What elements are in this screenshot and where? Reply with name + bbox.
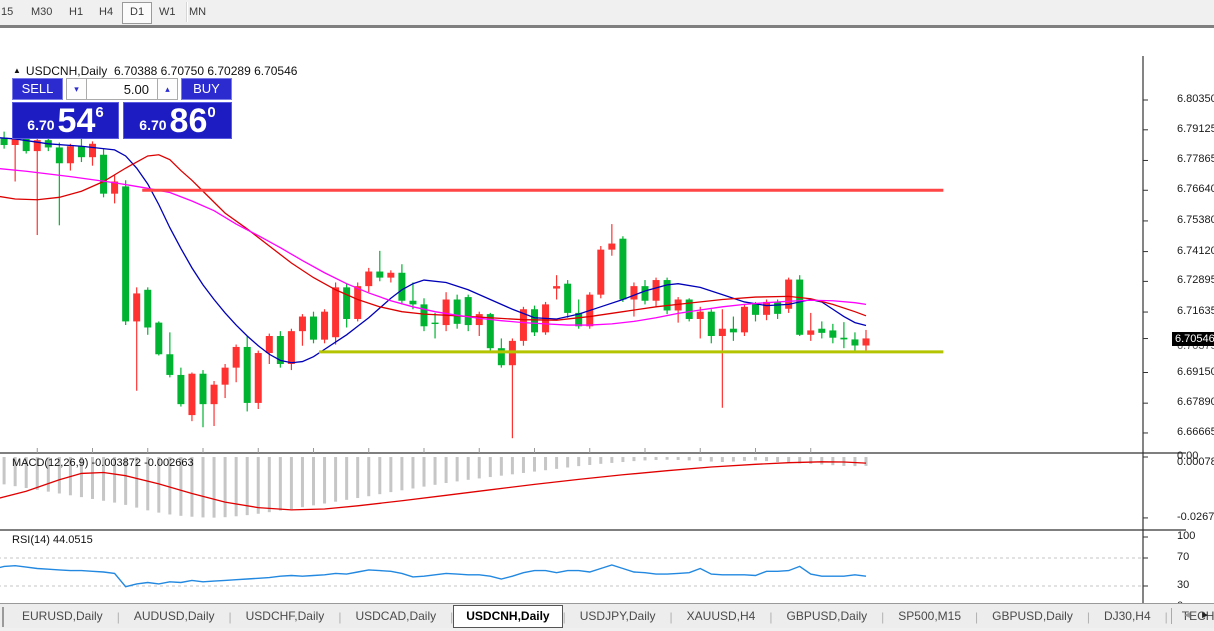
timeframe-button-M30[interactable]: M30 [24,2,59,22]
mt4-window: 15M30H1H4D1W1MN ▲ USDCNH,Daily 6.70388 6.… [0,0,1214,631]
price-axis-label: 6.66665 [1177,426,1214,438]
timeframe-button-D1[interactable]: D1 [122,2,152,24]
chart-window[interactable]: ▲ USDCNH,Daily 6.70388 6.70750 6.70289 6.… [0,28,1214,603]
price-axis-label: 6.80350 [1177,93,1214,105]
tab-GBPUSD,Daily[interactable]: GBPUSD,Daily [772,604,881,629]
buy-price-pip: 0 [207,104,215,121]
one-click-trade-panel: SELL ▾ ▴ BUY 6.70 54 6 6.70 86 0 [12,78,232,140]
sell-price-box[interactable]: 6.70 54 6 [12,102,119,139]
price-axis-label: 6.75380 [1177,214,1214,226]
tab-USDCHF,Daily[interactable]: USDCHF,Daily [232,604,339,629]
chart-header: ▲ USDCNH,Daily 6.70388 6.70750 6.70289 6.… [13,64,297,78]
price-axis-label: 6.74120 [1177,245,1214,257]
volume-input[interactable] [86,78,158,100]
buy-price-big: 86 [170,106,208,136]
buy-price-prefix: 6.70 [139,117,166,133]
price-axis-label: 6.67890 [1177,396,1214,408]
tab-XAUUSD,H4[interactable]: XAUUSD,H4 [673,604,770,629]
timeframe-toolbar: 15M30H1H4D1W1MN [0,0,1214,25]
buy-price-box[interactable]: 6.70 86 0 [123,102,232,139]
price-axis-label: 6.77865 [1177,153,1214,165]
tab-USDCNH,Daily[interactable]: USDCNH,Daily [453,605,562,628]
tab-GBPUSD,Daily[interactable]: GBPUSD,Daily [978,604,1087,629]
tab-scroll-right-icon[interactable]: ► [1200,610,1210,621]
timeframe-button-W1[interactable]: W1 [152,2,183,22]
symbol-marker-icon: ▲ [13,66,21,75]
tab-scroll-controls: ◄ ► [1171,603,1210,628]
price-axis-label: 6.69150 [1177,366,1214,378]
timeframe-button-15[interactable]: 15 [0,2,20,22]
price-axis-label: 6.72895 [1177,274,1214,286]
macd-axis-label: 0.000782 [1177,456,1214,468]
price-axis-label: 6.79125 [1177,123,1214,135]
tab-AUDUSD,Daily[interactable]: AUDUSD,Daily [120,604,229,629]
tab-scroll-left-icon[interactable]: ◄ [1182,610,1192,621]
tab-scroll-separator [1171,608,1172,624]
price-axis-label: 6.71635 [1177,305,1214,317]
tab-USDCAD,Daily[interactable]: USDCAD,Daily [341,604,450,629]
rsi-axis-label: 70 [1177,551,1189,563]
rsi-label: RSI(14) 44.0515 [12,534,93,546]
tab-DJ30,H4[interactable]: DJ30,H4 [1090,604,1165,629]
macd-axis-label: -0.026721 [1177,511,1214,523]
toolbar-separator [186,2,188,22]
price-axis-label: 6.76640 [1177,183,1214,195]
tabbar-corner [2,607,4,627]
tab-EURUSD,Daily[interactable]: EURUSD,Daily [8,604,117,629]
chart-tab-bar: EURUSD,Daily|AUDUSD,Daily|USDCHF,Daily|U… [0,603,1214,629]
rsi-axis-label: 100 [1177,530,1195,542]
timeframe-button-H1[interactable]: H1 [62,2,90,22]
tab-USDJPY,Daily[interactable]: USDJPY,Daily [566,604,670,629]
tab-SP500,M15[interactable]: SP500,M15 [884,604,975,629]
sell-price-prefix: 6.70 [27,117,54,133]
sell-price-pip: 6 [95,104,103,121]
chart-quotes: 6.70388 6.70750 6.70289 6.70546 [114,64,298,78]
sell-price-big: 54 [58,106,96,136]
chart-title: USDCNH,Daily [26,64,107,78]
macd-label: MACD(12,26,9) -0.003872 -0.002663 [12,457,194,469]
buy-button[interactable]: BUY [181,78,232,100]
volume-increase-button[interactable]: ▴ [157,78,178,100]
timeframe-button-H4[interactable]: H4 [92,2,120,22]
volume-decrease-button[interactable]: ▾ [66,78,87,100]
rsi-axis-label: 30 [1177,579,1189,591]
current-price-tag: 6.70546 [1172,332,1214,346]
sell-button[interactable]: SELL [12,78,63,100]
chart-canvas[interactable] [0,56,1214,631]
